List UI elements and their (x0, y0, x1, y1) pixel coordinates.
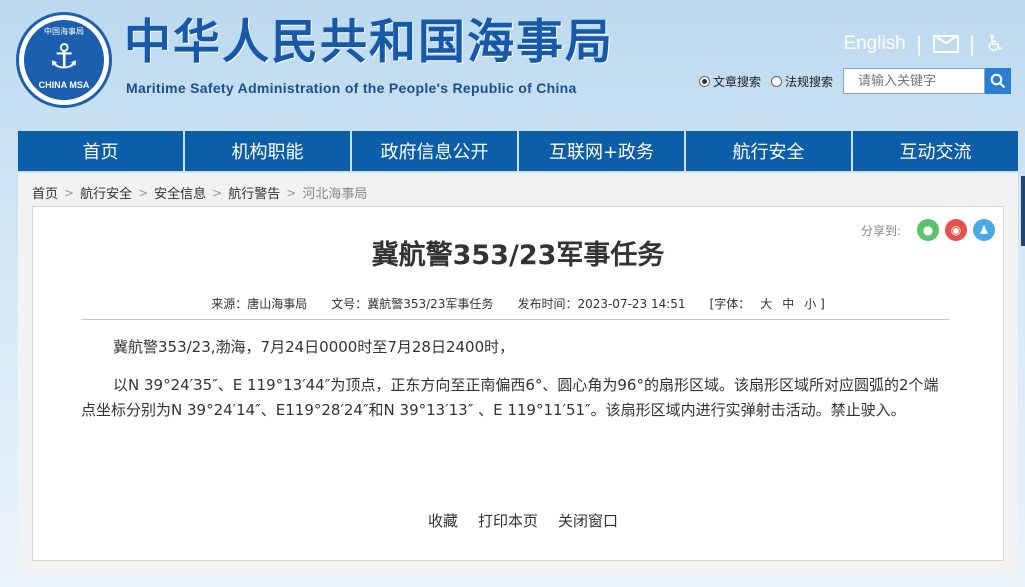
search-option-law[interactable]: 法规搜索 (770, 73, 833, 90)
font-small-button[interactable]: 小 ] (804, 295, 825, 312)
nav-internet-gov[interactable]: 互联网+政务 (519, 131, 684, 171)
article-actions: 收藏 打印本页 关闭窗口 (33, 510, 1003, 531)
breadcrumb-home[interactable]: 首页 (32, 183, 58, 202)
site-subtitle: Maritime Safety Administration of the Pe… (126, 80, 577, 96)
english-link[interactable]: English (843, 33, 905, 55)
accessibility-icon[interactable]: ♿ (985, 32, 1005, 57)
breadcrumb-safety-info[interactable]: 安全信息 (154, 183, 206, 202)
page-edge (1021, 176, 1025, 246)
anchor-icon: ⚓ (48, 37, 80, 77)
search-area: 文章搜索 法规搜索 (698, 68, 1011, 94)
radio-unselected-icon[interactable] (770, 75, 782, 87)
article-publish-time: 发布时间：2023-07-23 14:51 (517, 297, 686, 311)
top-links: English | | ♿ (843, 30, 1005, 58)
favorite-button[interactable]: 收藏 (428, 510, 458, 531)
content-panel: 首页 > 航行安全 > 安全信息 > 航行警告 > 河北海事局 分享到: ● ◉… (18, 173, 1018, 573)
font-large-button[interactable]: 大 (760, 295, 772, 312)
msa-logo[interactable]: 中国海事局 ⚓ CHINA MSA (16, 12, 112, 108)
font-medium-button[interactable]: 中 (782, 295, 794, 312)
logo-emblem: 中国海事局 ⚓ CHINA MSA (24, 20, 104, 100)
search-option-law-label: 法规搜索 (784, 74, 833, 89)
breadcrumb-navigation-safety[interactable]: 航行安全 (80, 183, 132, 202)
separator: | (968, 32, 976, 56)
nav-interaction[interactable]: 互动交流 (853, 131, 1018, 171)
article-title: 冀航警353/23军事任务 (371, 240, 665, 271)
logo-top-text: 中国海事局 (44, 27, 84, 36)
nav-functions[interactable]: 机构职能 (185, 131, 350, 171)
breadcrumb-arrow: > (212, 185, 223, 200)
nav-gov-info[interactable]: 政府信息公开 (352, 131, 517, 171)
article-source: 来源：唐山海事局 (211, 297, 308, 311)
article-doc-no: 文号：冀航警353/23军事任务 (331, 297, 494, 311)
breadcrumb-arrow: > (64, 185, 75, 200)
search-button[interactable] (985, 68, 1011, 94)
breadcrumb: 首页 > 航行安全 > 安全信息 > 航行警告 > 河北海事局 (32, 183, 368, 203)
nav-navigation-safety[interactable]: 航行安全 (686, 131, 851, 171)
search-input[interactable] (843, 68, 985, 94)
separator: | (915, 32, 923, 56)
article: 分享到: ● ◉ ♟ 冀航警353/23军事任务 来源：唐山海事局 文号：冀航警… (32, 206, 1004, 561)
nav-home[interactable]: 首页 (18, 131, 183, 171)
search-icon (990, 73, 1006, 89)
breadcrumb-arrow: > (286, 185, 297, 200)
article-body: 冀航警353/23,渤海，7月24日0000时至7月28日2400时， 以N 3… (81, 335, 951, 436)
font-size-control: [字体： 大 中 小 ] (710, 295, 825, 312)
radio-selected-icon[interactable] (698, 75, 710, 87)
breadcrumb-arrow: > (138, 185, 149, 200)
close-window-button[interactable]: 关闭窗口 (558, 510, 618, 531)
search-option-article[interactable]: 文章搜索 (698, 73, 761, 90)
article-meta: 来源：唐山海事局 文号：冀航警353/23军事任务 发布时间：2023-07-2… (33, 295, 1003, 312)
article-paragraph: 以N 39°24′35″、E 119°13′44″为顶点，正东方向至正南偏西6°… (81, 376, 939, 419)
print-button[interactable]: 打印本页 (478, 510, 538, 531)
breadcrumb-current: 河北海事局 (302, 187, 368, 202)
logo-bottom-text: CHINA MSA (38, 80, 90, 90)
divider (81, 319, 949, 320)
site-header: 中国海事局 ⚓ CHINA MSA 中华人民共和国海事局 Maritime Sa… (0, 0, 1025, 130)
font-size-label: [字体： (709, 297, 751, 311)
search-option-article-label: 文章搜索 (712, 74, 761, 89)
main-nav: 首页 机构职能 政府信息公开 互联网+政务 航行安全 互动交流 (18, 131, 1018, 171)
breadcrumb-nav-warning[interactable]: 航行警告 (228, 183, 280, 202)
site-title: 中华人民共和国海事局 (124, 15, 614, 70)
article-paragraph: 冀航警353/23,渤海，7月24日0000时至7月28日2400时， (113, 338, 515, 356)
mail-icon[interactable] (932, 35, 959, 53)
